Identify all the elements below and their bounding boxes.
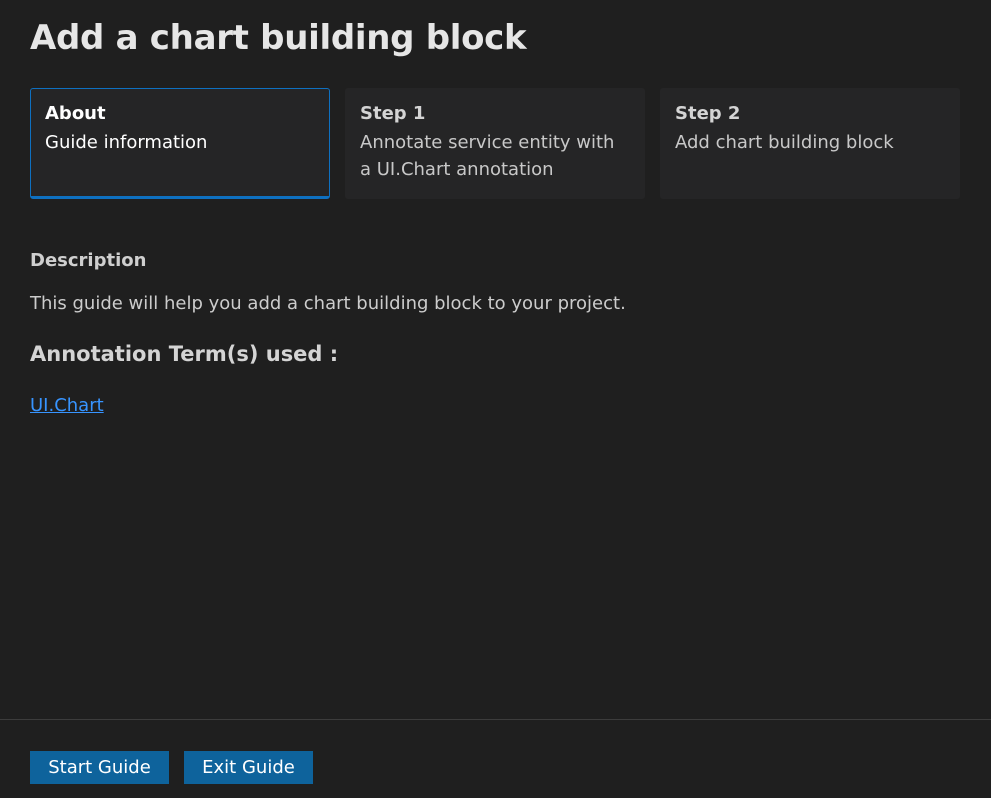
step-tab-about[interactable]: About Guide information (30, 88, 330, 199)
annotation-terms-heading: Annotation Term(s) used : (30, 342, 339, 366)
description-label: Description (30, 250, 147, 271)
description-text: This guide will help you add a chart bui… (30, 293, 626, 314)
exit-guide-button[interactable]: Exit Guide (184, 751, 313, 784)
step-tab-step-1[interactable]: Step 1 Annotate service entity with a UI… (345, 88, 645, 199)
page-title: Add a chart building block (30, 18, 527, 58)
step-tab-step-2[interactable]: Step 2 Add chart building block (660, 88, 960, 199)
step-title: Step 2 (675, 103, 741, 124)
step-description: Annotate service entity with a UI.Chart … (360, 132, 615, 180)
footer-bar: Start Guide Exit Guide (0, 719, 991, 798)
step-title: About (45, 103, 106, 124)
start-guide-button[interactable]: Start Guide (30, 751, 169, 784)
annotation-term-link-ui-chart[interactable]: UI.Chart (30, 395, 104, 416)
step-title: Step 1 (360, 103, 426, 124)
step-tabs: About Guide information Step 1 Annotate … (30, 88, 960, 199)
step-description: Guide information (45, 132, 208, 153)
guide-page: Add a chart building block About Guide i… (0, 0, 991, 798)
step-description: Add chart building block (675, 132, 894, 153)
